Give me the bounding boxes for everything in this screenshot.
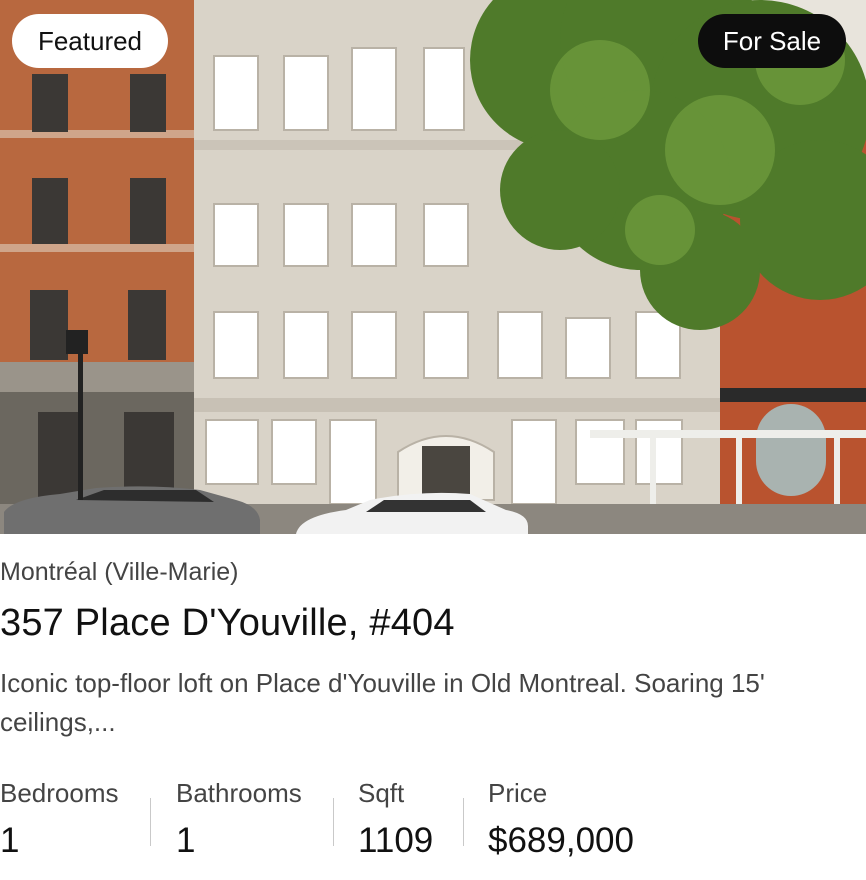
sqft-label: Sqft: [358, 778, 405, 808]
for-sale-badge: For Sale: [698, 14, 846, 68]
sqft-value: 1109: [358, 821, 434, 860]
stat-divider: [150, 798, 151, 846]
price-label: Price: [488, 778, 548, 808]
bathrooms-value: 1: [176, 821, 196, 860]
stat-bathrooms: Bathrooms 1: [176, 778, 302, 861]
listing-stats: Bedrooms 1 Bathrooms 1 Sqft 1109 Price $…: [0, 778, 866, 868]
stat-divider: [463, 798, 464, 846]
building-facade-image: [0, 0, 866, 534]
listing-address[interactable]: 357 Place D'Youville, #404: [0, 602, 455, 645]
stat-bedrooms: Bedrooms 1: [0, 778, 119, 861]
stat-divider: [333, 798, 334, 846]
bedrooms-value: 1: [0, 821, 20, 860]
featured-badge: Featured: [12, 14, 168, 68]
bedrooms-label: Bedrooms: [0, 778, 119, 808]
listing-card[interactable]: Featured For Sale Montréal (Ville-Marie)…: [0, 0, 866, 880]
listing-photo[interactable]: Featured For Sale: [0, 0, 866, 534]
bathrooms-label: Bathrooms: [176, 778, 302, 808]
listing-description: Iconic top-floor loft on Place d'Youvill…: [0, 668, 765, 737]
stat-price: Price $689,000: [488, 778, 634, 861]
listing-location: Montréal (Ville-Marie): [0, 558, 239, 586]
price-value: $689,000: [488, 821, 634, 860]
stat-sqft: Sqft 1109: [358, 778, 433, 861]
